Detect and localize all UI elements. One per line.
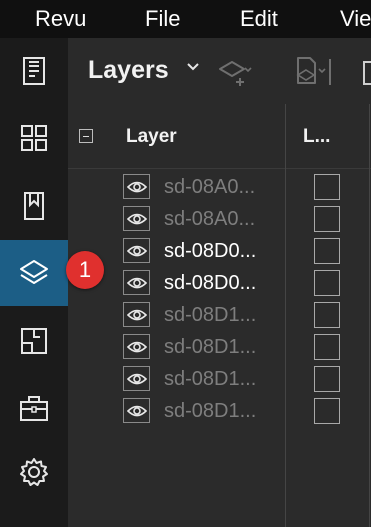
- visibility-toggle[interactable]: [123, 398, 150, 423]
- collapse-all-toggle[interactable]: [79, 129, 93, 143]
- table-row[interactable]: sd-08A0...: [68, 203, 371, 235]
- visibility-toggle[interactable]: [123, 270, 150, 295]
- gear-icon: [20, 458, 48, 486]
- lock-checkbox[interactable]: [314, 302, 340, 328]
- eye-icon: [126, 309, 147, 320]
- layers-icon: [20, 260, 48, 284]
- table-row[interactable]: sd-08D1...: [68, 331, 371, 363]
- column-lock-header[interactable]: L...: [303, 126, 330, 148]
- step-badge: 1: [66, 251, 104, 289]
- lock-checkbox[interactable]: [314, 270, 340, 296]
- sidebar-item-bookmarks[interactable]: [0, 173, 68, 239]
- layer-name: sd-08D1...: [164, 400, 257, 422]
- lock-checkbox[interactable]: [314, 366, 340, 392]
- layer-name: sd-08D0...: [164, 240, 257, 262]
- spaces-icon: [21, 328, 47, 354]
- thumbnails-grid-icon: [21, 125, 47, 151]
- lock-checkbox[interactable]: [314, 206, 340, 232]
- layer-name: sd-08D1...: [164, 368, 257, 390]
- layer-name: sd-08D1...: [164, 304, 257, 326]
- toolbox-icon: [20, 396, 48, 421]
- sidebar-item-tool-chest[interactable]: [0, 375, 68, 441]
- layer-name: sd-08D0...: [164, 272, 257, 294]
- layer-list: sd-08A0... sd-08A0... sd-08D0... sd-08D0…: [68, 168, 371, 527]
- lock-checkbox[interactable]: [314, 334, 340, 360]
- menu-file[interactable]: File: [145, 6, 180, 32]
- layer-name: sd-08A0...: [164, 208, 256, 230]
- eye-icon: [126, 245, 147, 256]
- left-sidebar: [0, 38, 68, 527]
- menu-edit[interactable]: Edit: [240, 6, 278, 32]
- sidebar-item-thumbnails[interactable]: [0, 105, 68, 171]
- sidebar-item-properties[interactable]: [0, 38, 68, 104]
- table-row[interactable]: sd-08D0...: [68, 267, 371, 299]
- table-row[interactable]: sd-08A0...: [68, 171, 371, 203]
- lock-checkbox[interactable]: [314, 238, 340, 264]
- eye-icon: [126, 405, 147, 416]
- panel-title[interactable]: Layers: [88, 56, 169, 84]
- column-layer-header[interactable]: Layer: [126, 126, 177, 148]
- visibility-toggle[interactable]: [123, 174, 150, 199]
- eye-icon: [126, 181, 147, 192]
- revu-app: Revu File Edit Vie 1 Layers Layer L... s…: [0, 0, 371, 527]
- menu-revu[interactable]: Revu: [35, 6, 86, 32]
- table-row[interactable]: sd-08D1...: [68, 299, 371, 331]
- visibility-toggle[interactable]: [123, 206, 150, 231]
- eye-icon: [126, 277, 147, 288]
- sidebar-item-layers[interactable]: [0, 240, 68, 306]
- more-tools-icon[interactable]: [363, 60, 371, 86]
- visibility-toggle[interactable]: [123, 334, 150, 359]
- layer-name: sd-08A0...: [164, 176, 256, 198]
- eye-icon: [126, 373, 147, 384]
- table-row[interactable]: sd-08D1...: [68, 363, 371, 395]
- panel-header: Layers: [68, 38, 371, 104]
- layer-name: sd-08D1...: [164, 336, 257, 358]
- table-row[interactable]: sd-08D0...: [68, 235, 371, 267]
- lock-checkbox[interactable]: [314, 174, 340, 200]
- sidebar-item-spaces[interactable]: [0, 308, 68, 374]
- visibility-toggle[interactable]: [123, 366, 150, 391]
- visibility-toggle[interactable]: [123, 302, 150, 327]
- import-layer-icon[interactable]: [294, 55, 334, 87]
- column-header: Layer L...: [68, 104, 371, 169]
- menubar: Revu File Edit Vie: [0, 0, 371, 38]
- menu-view[interactable]: Vie: [340, 6, 371, 32]
- lock-checkbox[interactable]: [314, 398, 340, 424]
- sidebar-item-settings[interactable]: [0, 439, 68, 505]
- eye-icon: [126, 213, 147, 224]
- document-icon: [23, 57, 45, 85]
- table-row[interactable]: sd-08D1...: [68, 395, 371, 427]
- new-layer-icon[interactable]: [218, 58, 252, 88]
- bookmark-icon: [24, 192, 44, 220]
- eye-icon: [126, 341, 147, 352]
- visibility-toggle[interactable]: [123, 238, 150, 263]
- chevron-down-icon[interactable]: [186, 62, 200, 72]
